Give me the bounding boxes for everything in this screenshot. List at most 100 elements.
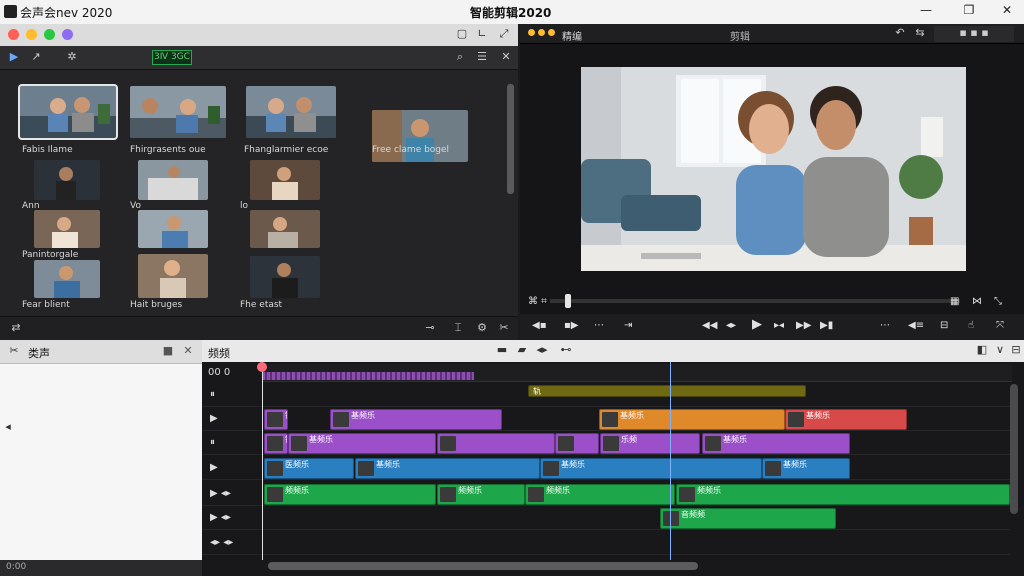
prev-frame-icon[interactable]: ◂▸ — [726, 320, 736, 331]
tools-icon[interactable]: ✂ — [496, 321, 512, 337]
clip-thumbnail[interactable] — [34, 160, 100, 200]
list-view-icon[interactable]: ☰ — [474, 50, 490, 66]
timecode-icon[interactable]: 00 0 — [208, 367, 230, 378]
close-window-button[interactable]: ✕ — [998, 3, 1016, 21]
import-icon[interactable]: ↗ — [28, 50, 44, 66]
timeline-clip[interactable]: 基频乐 — [330, 409, 502, 430]
like-icon[interactable]: ☝ — [968, 320, 974, 331]
volume-icon[interactable]: ◀≡ — [908, 320, 924, 331]
timeline-horizontal-scrollbar[interactable] — [268, 562, 698, 570]
search-icon[interactable]: ⌕ — [452, 50, 468, 66]
clip-thumbnail[interactable] — [138, 160, 208, 200]
clip-thumbnail[interactable] — [246, 86, 336, 138]
timeline-vertical-scrollbar[interactable] — [1010, 384, 1018, 514]
minimize-button[interactable]: — — [917, 3, 935, 21]
play-icon[interactable]: ▶ — [6, 50, 22, 66]
maximize-dot-icon[interactable] — [44, 29, 55, 40]
video-preview[interactable] — [581, 67, 966, 271]
timeline-clip[interactable]: 基频乐 — [702, 433, 850, 454]
link-clip-icon[interactable]: ⊷ — [558, 343, 574, 359]
step-back-icon[interactable]: ◀▪ — [532, 320, 546, 331]
track-control-icon[interactable]: ▶ ◂▸ — [210, 512, 231, 523]
grid-icon[interactable]: ▦ — [950, 296, 959, 307]
restore-button[interactable]: ❐ — [960, 3, 978, 21]
track-control-icon[interactable]: ▶ — [210, 462, 218, 473]
timeline-clip[interactable]: 基频乐 — [355, 458, 540, 479]
clip-thumbnail[interactable] — [138, 210, 208, 248]
clip-thumbnail[interactable] — [250, 160, 320, 200]
link-icon[interactable]: ⊸ — [422, 321, 438, 337]
clip-thumbnail[interactable] — [250, 210, 320, 248]
track-control-icon[interactable]: ⏸ — [210, 389, 215, 400]
track-control-icon[interactable]: ◂▸ ◂▸ — [210, 537, 233, 548]
rewind-icon[interactable]: ◀◀ — [702, 320, 717, 331]
swap-icon[interactable]: ⇄ — [8, 321, 24, 337]
clip-thumbnail[interactable] — [130, 86, 226, 138]
track-control-icon[interactable]: ▶ ◂▸ — [210, 488, 231, 499]
clip-thumbnail[interactable] — [18, 84, 118, 140]
timeline-clip[interactable]: 医频乐 — [264, 458, 354, 479]
trim-icon[interactable]: ⌶ — [450, 321, 466, 337]
playhead-start-handle[interactable] — [257, 362, 267, 372]
close-effects-icon[interactable]: ✕ — [180, 344, 196, 360]
panel-corner-icon[interactable]: ∟ — [474, 27, 490, 43]
timeline-expand-icon[interactable]: ⊟ — [1008, 343, 1024, 359]
more-icon[interactable]: ⋯ — [880, 320, 890, 331]
playhead-line[interactable] — [670, 362, 671, 560]
close-library-icon[interactable]: ✕ — [498, 50, 514, 66]
fullscreen-icon[interactable]: ⤧ — [996, 320, 1004, 331]
panel-square-icon[interactable]: ■ — [160, 344, 176, 360]
dropdown-icon[interactable]: ∨ — [992, 343, 1008, 359]
adjust-icon[interactable]: ⊟ — [940, 320, 948, 331]
timeline-clip[interactable]: 基频乐 — [785, 409, 907, 430]
close-dot-icon[interactable] — [8, 29, 19, 40]
settings-gear-icon[interactable]: ✲ — [64, 50, 80, 66]
zoom-icon[interactable]: ◧ — [974, 343, 990, 359]
timeline-clip[interactable]: 音频频 — [660, 508, 836, 529]
timeline-track[interactable] — [202, 532, 1010, 555]
timeline-clip[interactable]: 轨 — [528, 385, 806, 397]
clip-thumbnail[interactable] — [250, 256, 320, 298]
panel-square-icon[interactable]: ▢ — [454, 27, 470, 43]
clip-thumbnail[interactable] — [34, 260, 100, 298]
timeline-clip[interactable]: 基频乐 — [762, 458, 850, 479]
undo-icon[interactable]: ↶ — [892, 26, 908, 42]
scissors-icon[interactable]: ✂ — [6, 344, 22, 360]
track-view-icon[interactable]: ▬ — [494, 343, 510, 359]
audio-icon[interactable]: ◂▸ — [534, 343, 550, 359]
fast-forward-icon[interactable]: ▶▶ — [796, 320, 811, 331]
clip-thumbnail[interactable] — [138, 254, 208, 298]
timeline-clip[interactable]: 频频乐 — [676, 484, 1010, 505]
crop-icon[interactable]: ⤡ — [994, 296, 1002, 307]
marker-icon[interactable]: ⌘ ⌗ — [528, 296, 547, 307]
next-frame-icon[interactable]: ▸◂ — [774, 320, 784, 331]
sync-icon[interactable]: ⇆ — [912, 26, 928, 42]
fx-icon[interactable]: ⚙ — [474, 321, 490, 337]
loop-icon[interactable]: ⋯ — [594, 320, 604, 331]
timeline-clip[interactable] — [437, 433, 555, 454]
next-icon[interactable]: ⇥ — [624, 320, 632, 331]
timeline-clip[interactable] — [555, 433, 599, 454]
timeline-clip[interactable]: 基频乐 — [540, 458, 762, 479]
timeline-clip[interactable]: 基频乐 — [599, 409, 785, 430]
split-icon[interactable]: ⋈ — [972, 296, 982, 307]
minimize-dot-icon[interactable] — [26, 29, 37, 40]
view-mode-switcher[interactable]: ▪ ▪ ▪ — [934, 26, 1014, 42]
clip-thumbnail[interactable] — [34, 210, 100, 248]
step-forward-icon[interactable]: ▪▶ — [564, 320, 578, 331]
timeline-clip[interactable]: 镜频 — [264, 433, 288, 454]
extra-dot-icon[interactable] — [62, 29, 73, 40]
timeline-clip[interactable]: 基频乐 — [288, 433, 436, 454]
timeline-track[interactable] — [202, 507, 1010, 530]
panel-expand-icon[interactable]: ⤢ — [496, 27, 512, 43]
end-icon[interactable]: ▶▮ — [820, 320, 833, 331]
timeline-clip[interactable]: 镜频 — [264, 409, 288, 430]
track-control-icon[interactable]: ▶ — [210, 413, 218, 424]
track-control-icon[interactable]: ⏸ — [210, 437, 215, 448]
timeline-clip[interactable]: 频频乐 — [437, 484, 525, 505]
timeline-ruler[interactable] — [262, 364, 1012, 382]
play-button[interactable]: ▶ — [752, 317, 762, 332]
timeline-clip[interactable]: 乐频 — [600, 433, 700, 454]
scrubber-handle[interactable] — [565, 294, 571, 308]
preview-scrubber[interactable] — [550, 294, 960, 308]
